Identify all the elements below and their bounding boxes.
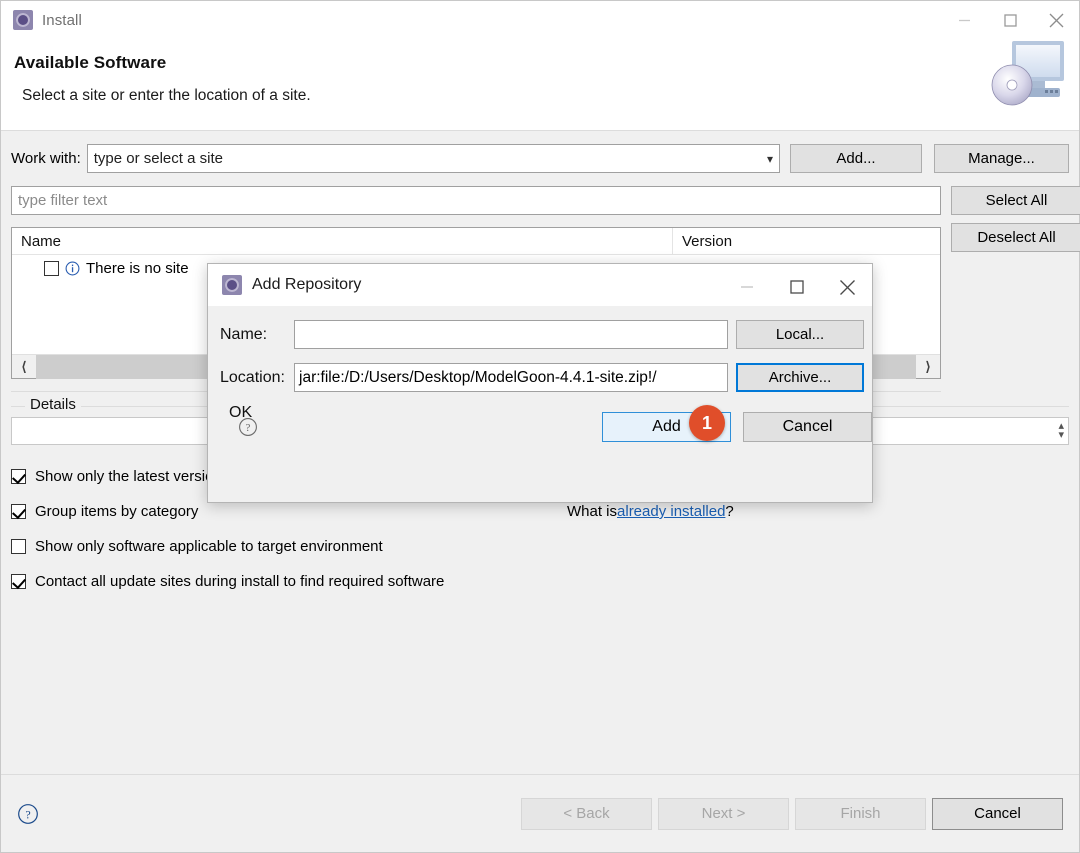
page-header: Available Software Select a site or ente… xyxy=(1,39,1079,131)
checkbox-latest-versions[interactable] xyxy=(11,469,26,484)
local-button[interactable]: Local... xyxy=(736,320,864,349)
help-icon[interactable]: ? xyxy=(17,803,39,825)
window-controls xyxy=(941,1,1079,39)
checkbox-group-by-category[interactable] xyxy=(11,504,26,519)
chevron-right-icon[interactable]: ⟩ xyxy=(916,355,940,379)
manage-sites-button[interactable]: Manage... xyxy=(934,144,1069,173)
svg-text:?: ? xyxy=(25,807,30,821)
page-title: Available Software xyxy=(14,53,167,72)
dialog-body: Name: Local... Location: jar:file:/D:/Us… xyxy=(208,306,872,502)
maximize-icon[interactable] xyxy=(772,266,822,308)
work-with-value: type or select a site xyxy=(93,150,223,167)
deselect-all-button[interactable]: Deselect All xyxy=(951,223,1080,252)
filter-input[interactable]: type filter text xyxy=(11,186,941,215)
back-button: < Back xyxy=(521,797,652,830)
name-row: Name: Local... xyxy=(216,320,864,349)
what-is-suffix: ? xyxy=(725,503,734,520)
tree-column-name[interactable]: Name xyxy=(12,228,672,254)
select-all-button[interactable]: Select All xyxy=(951,186,1080,215)
close-icon[interactable] xyxy=(1033,1,1079,39)
dialog-titlebar: Add Repository xyxy=(208,264,872,306)
work-with-row: Work with: type or select a site ▾ Add..… xyxy=(11,144,1069,173)
dialog-action-buttons: Add Cancel xyxy=(602,412,872,442)
row-checkbox[interactable] xyxy=(44,260,59,276)
dialog-footer: ? Add Cancel 1 xyxy=(224,405,872,442)
what-is-prefix: What is xyxy=(567,503,618,520)
location-row: Location: jar:file:/D:/Users/Desktop/Mod… xyxy=(216,363,864,392)
dialog-cancel-button[interactable]: Cancel xyxy=(743,412,872,442)
dialog-title: Add Repository xyxy=(252,276,362,293)
info-icon xyxy=(65,261,80,276)
already-installed-link[interactable]: already installed xyxy=(617,503,725,520)
add-site-button[interactable]: Add... xyxy=(790,144,922,173)
chevron-down-icon[interactable]: ▾ xyxy=(767,153,773,165)
install-monitor-cd-icon xyxy=(987,35,1073,111)
minimize-icon[interactable] xyxy=(722,266,772,308)
location-label: Location: xyxy=(220,368,285,386)
option-label: Contact all update sites during install … xyxy=(35,573,445,590)
maximize-icon[interactable] xyxy=(987,1,1033,39)
tree-column-version[interactable]: Version xyxy=(672,228,940,254)
option-contact-update-sites[interactable]: Contact all update sites during install … xyxy=(11,564,1071,599)
close-icon[interactable] xyxy=(822,266,872,308)
footer-buttons: < Back Next > Finish Cancel xyxy=(521,797,1063,830)
row-name: There is no site xyxy=(86,259,189,277)
cancel-button[interactable]: Cancel xyxy=(932,797,1063,830)
minimize-icon[interactable] xyxy=(941,1,987,39)
wizard-footer: ? < Back Next > Finish Cancel xyxy=(1,774,1079,852)
option-label: Show only software applicable to target … xyxy=(35,538,383,555)
window-title: Install xyxy=(42,11,82,29)
svg-text:?: ? xyxy=(246,422,251,434)
chevron-left-icon[interactable]: ⟨ xyxy=(12,355,36,379)
help-icon[interactable]: ? xyxy=(238,417,258,437)
checkbox-contact-update-sites[interactable] xyxy=(11,574,26,589)
tree-header: Name Version xyxy=(12,228,940,255)
spinner-updown-icon[interactable]: ▴ ▾ xyxy=(1058,421,1064,441)
install-gear-icon xyxy=(13,10,33,30)
checkbox-applicable-target[interactable] xyxy=(11,539,26,554)
archive-button[interactable]: Archive... xyxy=(736,363,864,392)
step-badge-1: 1 xyxy=(689,405,725,441)
work-with-combo[interactable]: type or select a site ▾ xyxy=(86,144,780,173)
option-applicable-target[interactable]: Show only software applicable to target … xyxy=(11,529,1071,564)
selection-buttons: Select All Deselect All xyxy=(951,186,1080,252)
name-label: Name: xyxy=(220,325,268,343)
window-titlebar: Install xyxy=(1,1,1079,39)
page-subtitle: Select a site or enter the location of a… xyxy=(22,87,311,104)
next-button: Next > xyxy=(658,797,789,830)
option-label: Group items by category xyxy=(35,503,199,520)
name-input[interactable] xyxy=(294,320,728,349)
work-with-label: Work with: xyxy=(11,150,81,167)
location-input[interactable]: jar:file:/D:/Users/Desktop/ModelGoon-4.4… xyxy=(294,363,728,392)
install-gear-icon xyxy=(222,275,242,295)
finish-button: Finish xyxy=(795,797,926,830)
add-repository-dialog: Add Repository Name: Local... Location: … xyxy=(207,263,873,503)
dialog-window-controls xyxy=(722,266,872,304)
details-legend: Details xyxy=(25,396,81,413)
